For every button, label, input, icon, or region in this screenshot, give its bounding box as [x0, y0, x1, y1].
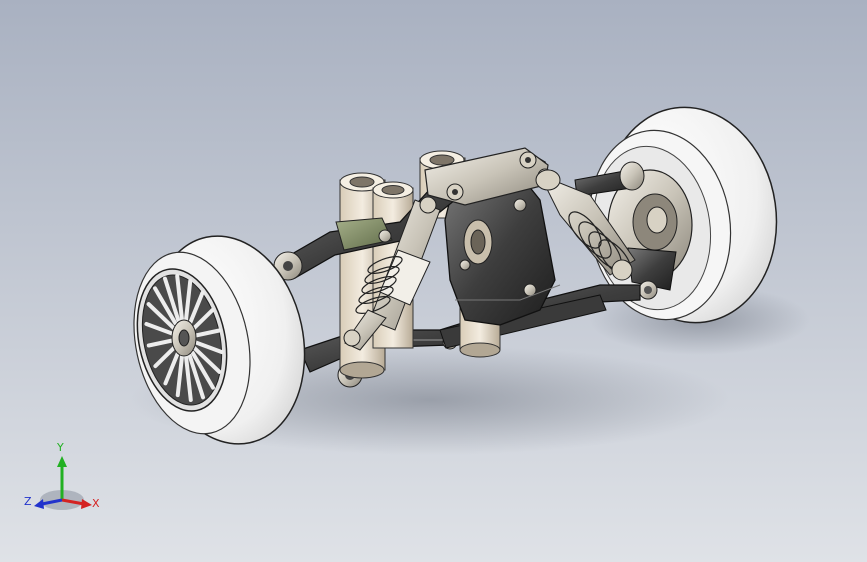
- triad-graphic: [34, 456, 92, 510]
- triad-y-label: Y: [57, 441, 64, 454]
- cad-viewport[interactable]: Y X Z: [0, 0, 867, 562]
- suspension-assembly-model[interactable]: [0, 0, 867, 562]
- coordinate-triad[interactable]: Y X Z: [22, 440, 112, 530]
- triad-z-label: Z: [24, 495, 32, 508]
- triad-x-label: X: [92, 497, 100, 510]
